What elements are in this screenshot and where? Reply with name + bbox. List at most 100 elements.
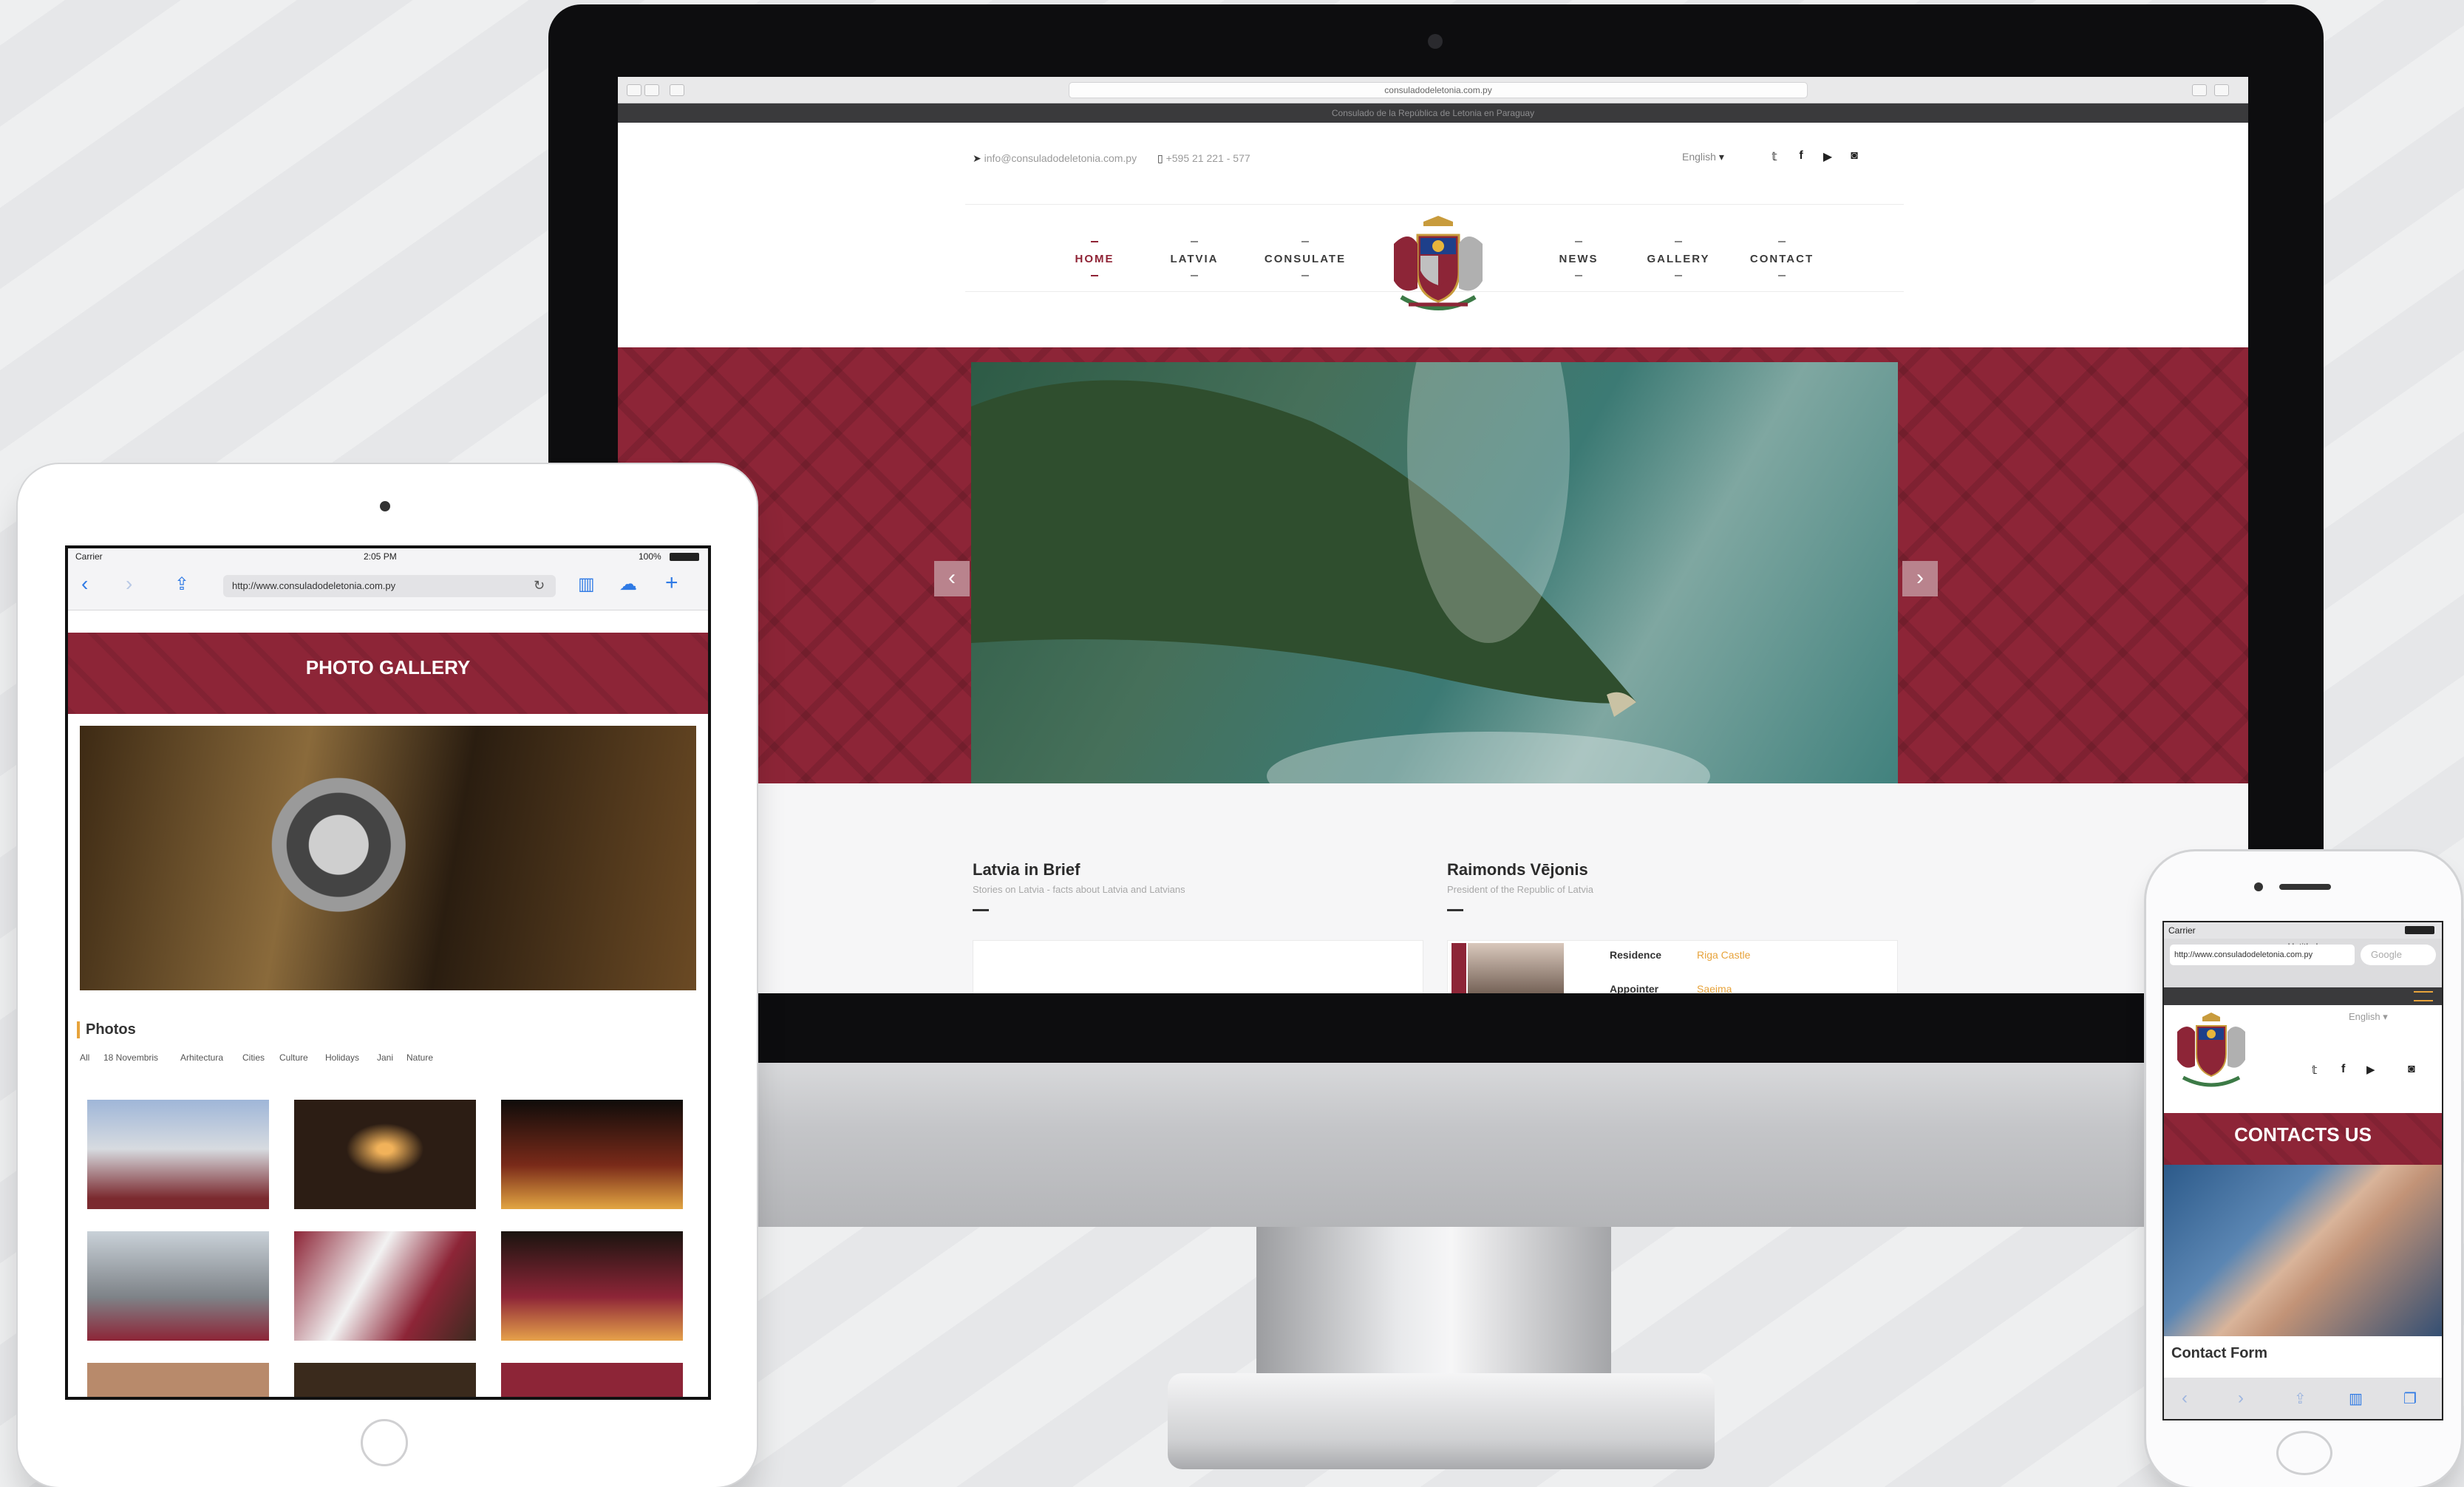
- ipad-home-button[interactable]: [361, 1419, 408, 1466]
- language-select[interactable]: English ▾: [2349, 1011, 2388, 1023]
- nav-contact[interactable]: CONTACT: [1741, 241, 1823, 276]
- facebook-icon[interactable]: f: [2341, 1063, 2345, 1076]
- page-strip: [68, 610, 708, 633]
- imac-stand-base: [1168, 1373, 1715, 1469]
- appointer-value: Saeima: [1697, 983, 1732, 993]
- cloud-icon[interactable]: ☁: [619, 574, 637, 595]
- forward-icon[interactable]: ›: [2238, 1388, 2244, 1409]
- address-bar[interactable]: http://www.consuladodeletonia.com.py: [223, 575, 556, 597]
- menu-icon[interactable]: [2414, 991, 2433, 1001]
- address-bar[interactable]: http://www.consuladodeletonia.com.py: [2170, 945, 2355, 965]
- site-header: ➤ info@consuladodeletonia.com.py ▯ +595 …: [618, 123, 2248, 349]
- search-field[interactable]: Google: [2361, 945, 2436, 965]
- status-time: 2:05 PM: [364, 551, 397, 562]
- content-area: [618, 783, 2248, 993]
- share-icon[interactable]: ⇪: [2294, 1389, 2307, 1408]
- back-icon[interactable]: ‹: [81, 572, 88, 596]
- filter-jani[interactable]: Jani: [377, 1052, 393, 1063]
- coat-of-arms-logo[interactable]: [1379, 214, 1497, 318]
- slider-next-button[interactable]: ›: [1902, 561, 1938, 596]
- nav-gallery[interactable]: GALLERY: [1638, 241, 1719, 276]
- forward-button[interactable]: [644, 84, 659, 96]
- slider-prev-button[interactable]: ‹: [934, 561, 970, 596]
- battery-icon: [2405, 926, 2434, 934]
- facebook-icon[interactable]: f: [1791, 149, 1811, 163]
- latvia-in-brief-subtitle: Stories on Latvia - facts about Latvia a…: [973, 884, 1185, 895]
- reload-icon[interactable]: ↻: [534, 578, 545, 593]
- gallery-thumbnail[interactable]: [501, 1231, 683, 1341]
- iphone-camera: [2254, 882, 2263, 891]
- twitter-icon[interactable]: 𝕥: [2312, 1063, 2317, 1078]
- latvia-in-brief-card: [973, 940, 1423, 993]
- bookmarks-icon[interactable]: ▥: [578, 574, 595, 595]
- gallery-thumbnail[interactable]: [87, 1231, 269, 1341]
- filter-arhitectura[interactable]: Arhitectura: [180, 1052, 223, 1063]
- ios-status-bar: Carrier: [2164, 922, 2442, 939]
- back-icon[interactable]: ‹: [2182, 1388, 2188, 1409]
- president-name-title: Raimonds Vējonis: [1447, 860, 1588, 879]
- gallery-thumbnail[interactable]: [501, 1363, 683, 1397]
- nav-latvia[interactable]: LATVIA: [1157, 241, 1231, 276]
- back-button[interactable]: [627, 84, 641, 96]
- iphone-home-button[interactable]: [2276, 1431, 2332, 1475]
- browser-toolbar: consuladodeletonia.com.py: [618, 77, 2248, 103]
- forward-icon[interactable]: ›: [126, 572, 132, 596]
- latvian-flag-strip: [1451, 943, 1466, 993]
- address-bar[interactable]: consuladodeletonia.com.py: [1069, 82, 1808, 98]
- tabs-button[interactable]: [2214, 84, 2229, 96]
- nav-news[interactable]: NEWS: [1549, 241, 1608, 276]
- filter-holidays[interactable]: Holidays: [325, 1052, 359, 1063]
- sidebar-button[interactable]: [670, 84, 684, 96]
- contact-form-heading: Contact Form: [2171, 1345, 2267, 1361]
- instagram-icon[interactable]: ◙: [2408, 1063, 2415, 1076]
- safari-toolbar: ‹ › ⇪ http://www.consuladodeletonia.com.…: [68, 565, 708, 610]
- iphone-screen: Carrier Untitled http://www.consuladodel…: [2162, 921, 2443, 1420]
- carrier-label: Carrier: [2168, 925, 2196, 936]
- photos-heading: Photos: [77, 1021, 136, 1038]
- filter-cities[interactable]: Cities: [242, 1052, 265, 1063]
- appointer-label: Appointer: [1610, 983, 1659, 993]
- bookmarks-icon[interactable]: ▥: [2349, 1389, 2363, 1408]
- filter-culture[interactable]: Culture: [279, 1052, 308, 1063]
- gallery-thumbnail[interactable]: [501, 1100, 683, 1209]
- share-button[interactable]: [2192, 84, 2207, 96]
- filter-all[interactable]: All: [80, 1052, 89, 1063]
- gallery-thumbnail[interactable]: [294, 1363, 476, 1397]
- new-tab-icon[interactable]: +: [665, 571, 678, 596]
- residence-label: Residence: [1610, 949, 1662, 961]
- latvia-in-brief-title: Latvia in Brief: [973, 860, 1080, 879]
- ios-status-bar: Carrier 2:05 PM 100%: [68, 548, 708, 565]
- youtube-icon[interactable]: ▶: [2366, 1063, 2375, 1076]
- email-contact[interactable]: ➤ info@consuladodeletonia.com.py: [973, 152, 1137, 165]
- imac-camera: [1428, 34, 1443, 49]
- president-photo: [1468, 943, 1564, 993]
- instagram-icon[interactable]: ◙: [1845, 149, 1864, 163]
- title-underline: [1447, 909, 1463, 911]
- ipad-screen: Carrier 2:05 PM 100% ‹ › ⇪ http://www.co…: [65, 545, 711, 1400]
- residence-value: Riga Castle: [1697, 949, 1751, 961]
- gallery-thumbnail[interactable]: [294, 1100, 476, 1209]
- carrier-label: Carrier: [75, 551, 103, 562]
- filter-18-novembris[interactable]: 18 Novembris: [103, 1052, 158, 1063]
- imac-stand-neck: [1256, 1227, 1611, 1382]
- coat-of-arms-logo[interactable]: [2167, 1010, 2256, 1091]
- gallery-thumbnail[interactable]: [87, 1100, 269, 1209]
- filter-nature[interactable]: Nature: [406, 1052, 433, 1063]
- site-top-bar: Consulado de la República de Letonia en …: [618, 103, 2248, 123]
- share-icon[interactable]: ⇪: [174, 574, 189, 595]
- handshake-image: [2164, 1165, 2442, 1336]
- president-subtitle: President of the Republic of Latvia: [1447, 884, 1594, 895]
- contacts-title: CONTACTS US: [2234, 1123, 2372, 1146]
- nav-consulate[interactable]: CONSULATE: [1253, 241, 1357, 276]
- phone-icon: ▯: [1157, 152, 1166, 164]
- phone-contact[interactable]: ▯ +595 21 221 - 577: [1157, 152, 1250, 165]
- gallery-thumbnail[interactable]: [87, 1363, 269, 1397]
- youtube-icon[interactable]: ▶: [1818, 149, 1837, 164]
- tabs-icon[interactable]: ❐: [2403, 1389, 2417, 1408]
- nav-home[interactable]: HOME: [1061, 241, 1128, 276]
- language-select[interactable]: English ▾: [1682, 151, 1724, 163]
- gallery-thumbnail[interactable]: [294, 1231, 476, 1341]
- photo-gallery-title: PHOTO GALLERY: [305, 656, 471, 678]
- battery-icon: [670, 553, 699, 561]
- twitter-icon[interactable]: 𝕥: [1765, 149, 1784, 164]
